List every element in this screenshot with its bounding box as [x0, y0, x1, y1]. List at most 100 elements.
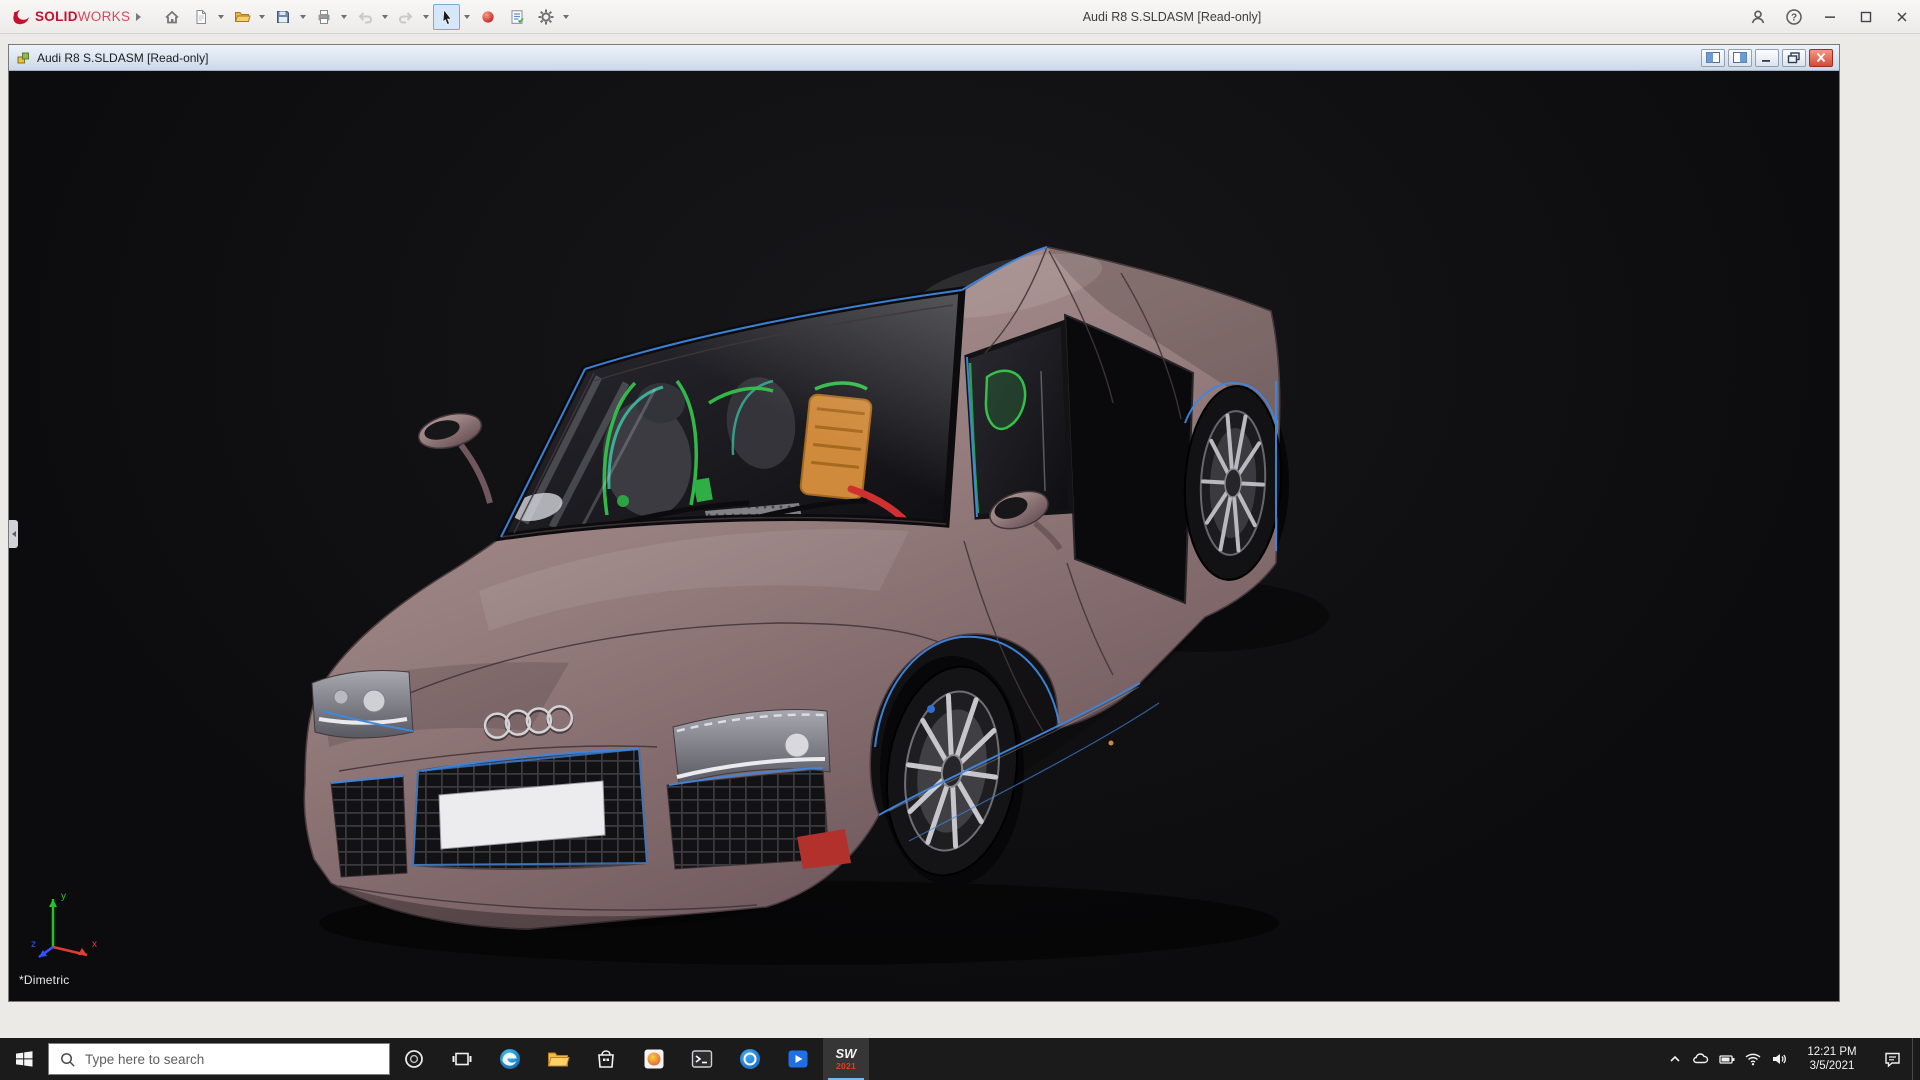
task-view-icon — [451, 1048, 473, 1070]
undo-button[interactable] — [351, 4, 378, 30]
quick-access-toolbar — [158, 4, 571, 30]
windows-logo-icon — [14, 1049, 34, 1069]
tray-volume-button[interactable] — [1766, 1038, 1792, 1080]
select-arrow-icon — [438, 8, 456, 26]
photos-icon — [642, 1047, 666, 1071]
doc-restore-button[interactable] — [1782, 49, 1806, 67]
graphics-viewport[interactable]: y x z *Dimetric — [9, 71, 1837, 1001]
tray-battery-button[interactable] — [1714, 1038, 1740, 1080]
system-tray: 12:21 PM 3/5/2021 — [1662, 1038, 1920, 1080]
search-placeholder: Type here to search — [85, 1052, 204, 1067]
screen: SOLIDWORKS — [0, 0, 1920, 1080]
app-maximize-button[interactable] — [1848, 0, 1884, 34]
account-button[interactable] — [1740, 0, 1776, 34]
taskbar-app-store[interactable] — [583, 1038, 629, 1080]
taskbar-app-solidworks[interactable]: SW 2021 — [823, 1038, 869, 1080]
doc-close-button[interactable] — [1809, 49, 1833, 67]
view-orientation-label: *Dimetric — [19, 973, 69, 987]
taskbar-app-media-player[interactable] — [775, 1038, 821, 1080]
new-document-dropdown[interactable] — [216, 4, 226, 30]
taskbar-app-edge[interactable] — [487, 1038, 533, 1080]
tray-onedrive-button[interactable] — [1688, 1038, 1714, 1080]
taskbar-app-cortana[interactable] — [391, 1038, 437, 1080]
edge-icon — [498, 1047, 522, 1071]
brand-solid: SOLID — [35, 9, 78, 24]
sheet-properties-button[interactable] — [503, 4, 530, 30]
new-document-icon — [192, 8, 210, 26]
chevron-up-icon — [1668, 1052, 1682, 1066]
save-dropdown[interactable] — [298, 4, 308, 30]
redo-dropdown[interactable] — [421, 4, 431, 30]
account-icon — [1749, 8, 1767, 26]
taskbar: Type here to search — [0, 1038, 1920, 1080]
start-button[interactable] — [0, 1038, 48, 1080]
cloud-icon — [1692, 1050, 1710, 1068]
close-icon — [1893, 8, 1911, 26]
brand-text: SOLIDWORKS — [35, 8, 130, 26]
save-icon — [274, 8, 292, 26]
select-tool-dropdown[interactable] — [462, 4, 472, 30]
assembly-document-icon — [15, 50, 31, 66]
app-close-button[interactable] — [1884, 0, 1920, 34]
taskbar-app-task-view[interactable] — [439, 1038, 485, 1080]
tray-network-button[interactable] — [1740, 1038, 1766, 1080]
action-center-button[interactable] — [1872, 1038, 1912, 1080]
help-button[interactable]: ? — [1776, 0, 1812, 34]
document-titlebar[interactable]: Audi R8 S.SLDASM [Read-only] — [9, 45, 1839, 71]
redo-icon — [397, 8, 415, 26]
appearance-sphere-icon — [479, 8, 497, 26]
redo-button[interactable] — [392, 4, 419, 30]
print-button[interactable] — [310, 4, 337, 30]
taskbar-app-edrawings[interactable] — [727, 1038, 773, 1080]
help-icon: ? — [1785, 8, 1803, 26]
orientation-triad: y x z — [29, 885, 109, 961]
show-desktop-button[interactable] — [1912, 1038, 1920, 1080]
taskbar-app-file-explorer[interactable] — [535, 1038, 581, 1080]
print-icon — [315, 8, 333, 26]
taskbar-app-terminal[interactable] — [679, 1038, 725, 1080]
panel-collapse-tab[interactable] — [9, 520, 18, 548]
print-dropdown[interactable] — [339, 4, 349, 30]
tray-hidden-icons-chevron[interactable] — [1662, 1038, 1688, 1080]
search-icon — [59, 1051, 76, 1068]
options-button[interactable] — [532, 4, 559, 30]
store-icon — [595, 1048, 617, 1070]
taskbar-search[interactable]: Type here to search — [48, 1043, 390, 1075]
save-button[interactable] — [269, 4, 296, 30]
select-tool-button[interactable] — [433, 4, 460, 30]
triad-x-label: x — [92, 939, 97, 950]
app-titlebar: SOLIDWORKS — [0, 0, 1920, 34]
document-title: Audi R8 S.SLDASM [Read-only] — [37, 51, 208, 65]
options-dropdown[interactable] — [561, 4, 571, 30]
tray-clock[interactable]: 12:21 PM 3/5/2021 — [1792, 1045, 1872, 1073]
triad-y-label: y — [61, 891, 66, 902]
taskbar-app-photos[interactable] — [631, 1038, 677, 1080]
appearance-tool-button[interactable] — [474, 4, 501, 30]
tile-pane-left-icon — [1705, 51, 1721, 64]
battery-icon — [1718, 1050, 1736, 1068]
file-explorer-icon — [546, 1047, 570, 1071]
doc-tile-left-button[interactable] — [1701, 49, 1725, 67]
undo-dropdown[interactable] — [380, 4, 390, 30]
doc-tile-right-button[interactable] — [1728, 49, 1752, 67]
volume-icon — [1770, 1050, 1788, 1068]
app-title: Audi R8 S.SLDASM [Read-only] — [1083, 0, 1262, 34]
solidworks-logo: SOLIDWORKS — [10, 0, 130, 34]
open-folder-icon — [233, 8, 251, 26]
open-dropdown[interactable] — [257, 4, 267, 30]
svg-text:?: ? — [1791, 13, 1797, 24]
doc-minimize-button[interactable] — [1755, 49, 1779, 67]
action-center-icon — [1883, 1050, 1902, 1069]
collapse-arrow-icon — [12, 531, 16, 537]
solidworks-logo-icon — [10, 7, 30, 27]
menu-expand-arrow-icon[interactable] — [130, 0, 146, 34]
solidworks-version-badge: 2021 — [836, 1062, 856, 1071]
new-document-button[interactable] — [187, 4, 214, 30]
car-model-render[interactable] — [9, 71, 1837, 1001]
maximize-icon — [1857, 8, 1875, 26]
clock-time: 12:21 PM — [1807, 1045, 1856, 1059]
app-minimize-button[interactable] — [1812, 0, 1848, 34]
home-button[interactable] — [158, 4, 185, 30]
cortana-icon — [403, 1048, 425, 1070]
open-button[interactable] — [228, 4, 255, 30]
